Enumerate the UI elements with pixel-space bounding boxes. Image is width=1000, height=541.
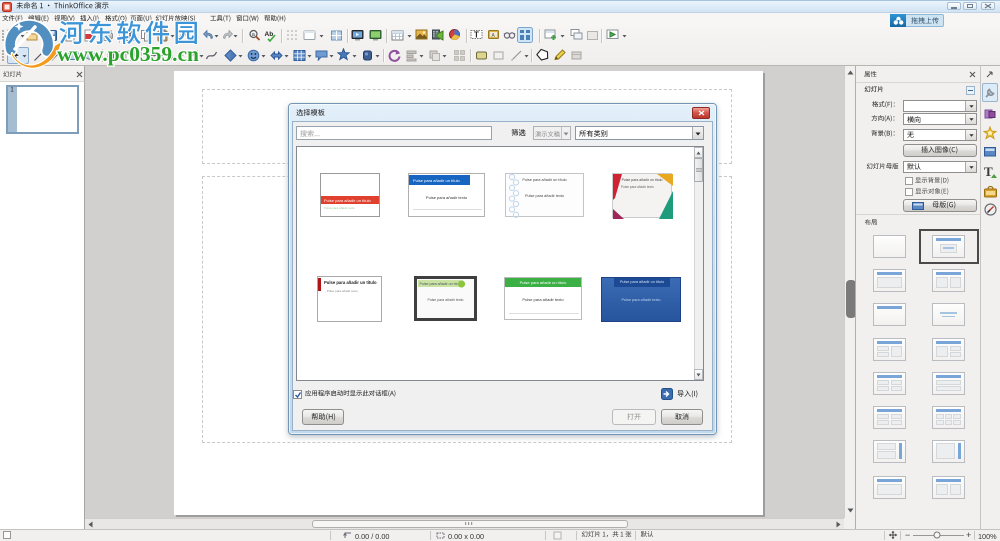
svg-text:T: T [474,31,479,40]
svg-text:www.pc0359.cn: www.pc0359.cn [57,42,199,66]
svg-text:Ab: Ab [265,31,274,38]
svg-text:T: T [984,164,993,179]
